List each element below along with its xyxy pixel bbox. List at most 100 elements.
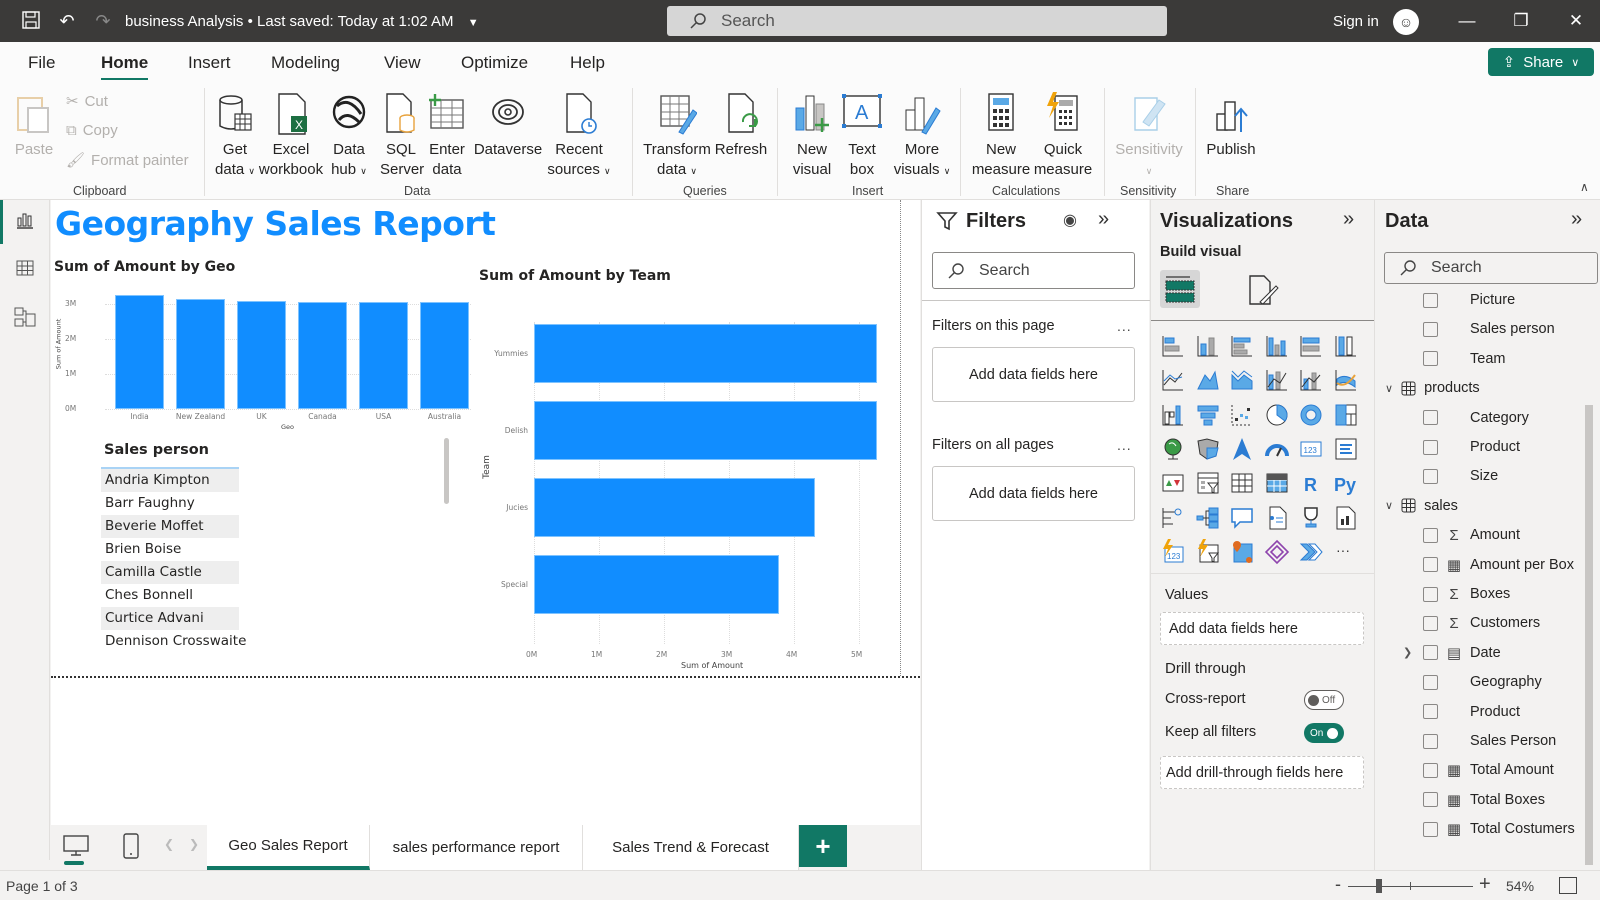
collapse-data-icon[interactable]: »: [1571, 208, 1582, 231]
menu-help[interactable]: Help: [570, 53, 605, 73]
field-checkbox[interactable]: [1423, 615, 1438, 631]
zoom-slider-thumb[interactable]: [1376, 879, 1382, 893]
data-hub-button[interactable]: Data hub ∨: [328, 92, 370, 181]
gauge-icon[interactable]: [1264, 436, 1290, 462]
zoom-level[interactable]: 54%: [1506, 878, 1534, 894]
line-column-icon[interactable]: [1264, 367, 1290, 393]
100-stacked-column-icon[interactable]: [1333, 333, 1359, 359]
field-checkbox[interactable]: [1423, 645, 1438, 661]
r-visual-icon[interactable]: R: [1298, 470, 1324, 496]
model-view-icon[interactable]: [14, 306, 36, 328]
recent-sources-button[interactable]: Recent sources ∨: [547, 92, 611, 181]
geo-bar-usa[interactable]: [359, 301, 408, 409]
enter-data-button[interactable]: Enter data: [426, 92, 468, 180]
field-checkbox[interactable]: [1423, 762, 1438, 778]
table-scrollbar[interactable]: [444, 438, 449, 504]
pie-icon[interactable]: [1264, 402, 1290, 428]
field-checkbox[interactable]: [1423, 586, 1438, 602]
chevron-down-icon[interactable]: ∨: [1385, 499, 1393, 512]
table-row[interactable]: Camilla Castle: [101, 561, 239, 584]
goals-icon[interactable]: [1298, 505, 1324, 531]
add-page-button[interactable]: +: [799, 825, 847, 867]
table-icon[interactable]: [1229, 470, 1255, 496]
power-apps-diamond-icon[interactable]: [1264, 539, 1290, 565]
field-checkbox[interactable]: [1423, 674, 1438, 690]
page-tab-geo-sales-report[interactable]: Geo Sales Report: [207, 825, 370, 870]
field-item[interactable]: Geography: [1375, 670, 1595, 694]
copy-button[interactable]: ⧉ Copy: [66, 122, 118, 139]
zoom-out-button[interactable]: -: [1335, 874, 1341, 895]
menu-insert[interactable]: Insert: [188, 53, 231, 73]
get-data-button[interactable]: Get data ∨: [213, 92, 257, 181]
stacked-area-icon[interactable]: [1229, 367, 1255, 393]
share-button[interactable]: ⇪ Share ∨: [1488, 48, 1594, 76]
cut-button[interactable]: ✂ Cut: [66, 92, 108, 111]
funnel-icon[interactable]: [1195, 402, 1221, 428]
collapse-visualizations-icon[interactable]: »: [1343, 208, 1354, 231]
python-visual-icon[interactable]: Py: [1333, 470, 1359, 496]
save-icon[interactable]: [20, 10, 42, 32]
treemap-icon[interactable]: [1333, 402, 1359, 428]
arcgis-icon[interactable]: [1229, 539, 1255, 565]
line-chart-icon[interactable]: [1160, 367, 1186, 393]
field-item[interactable]: Size: [1375, 464, 1595, 488]
sign-in-link[interactable]: Sign in: [1333, 13, 1379, 30]
chevron-down-icon[interactable]: ▼: [468, 17, 479, 29]
geo-bar-canada[interactable]: [298, 301, 347, 409]
table-node-sales[interactable]: ∨ sales: [1385, 494, 1458, 518]
geo-bar-new-zealand[interactable]: [176, 299, 225, 409]
stacked-column-icon[interactable]: [1195, 333, 1221, 359]
100-stacked-bar-icon[interactable]: [1298, 333, 1324, 359]
field-checkbox[interactable]: [1423, 792, 1438, 808]
sql-server-button[interactable]: SQL Server: [380, 92, 424, 180]
sensitivity-button[interactable]: Sensitivity ∨: [1112, 92, 1186, 181]
slicer-icon[interactable]: [1195, 470, 1221, 496]
team-bar-jucies[interactable]: [534, 478, 815, 537]
power-automate-icon[interactable]: [1195, 538, 1221, 565]
table-row[interactable]: Dennison Crosswaite: [101, 630, 246, 653]
quick-measure-button[interactable]: Quick measure: [1032, 92, 1094, 180]
field-item[interactable]: Picture: [1375, 288, 1595, 312]
table-row[interactable]: Barr Faughny: [101, 492, 239, 515]
collapse-filters-icon[interactable]: »: [1098, 208, 1109, 231]
paste-button[interactable]: Paste: [14, 92, 54, 160]
filled-map-icon[interactable]: [1195, 436, 1221, 462]
geo-bar-india[interactable]: [115, 294, 164, 409]
field-checkbox[interactable]: [1423, 704, 1438, 720]
table-view-icon[interactable]: [14, 258, 36, 280]
new-measure-button[interactable]: New measure: [970, 92, 1032, 180]
team-bar-yummies[interactable]: [534, 324, 878, 383]
sales-person-table[interactable]: Sales person Andria Kimpton Barr Faughny B…: [101, 438, 246, 653]
donut-icon[interactable]: [1298, 402, 1324, 428]
field-item[interactable]: Sales Person: [1375, 729, 1595, 753]
waterfall-icon[interactable]: [1160, 402, 1186, 428]
stacked-bar-icon[interactable]: [1160, 333, 1186, 359]
card-icon[interactable]: 123: [1298, 436, 1324, 462]
field-checkbox[interactable]: [1423, 557, 1438, 573]
team-bar-chart[interactable]: 0M 1M 2M 3M 4M 5M Yummies Delish Jucies Special Su…: [471, 292, 901, 672]
text-box-button[interactable]: A Text box: [842, 92, 882, 180]
filters-on-page-more[interactable]: ...: [1117, 318, 1132, 334]
build-visual-tab[interactable]: [1160, 270, 1200, 308]
minimize-icon[interactable]: —: [1456, 10, 1478, 32]
table-row[interactable]: Beverie Moffet: [101, 515, 239, 538]
table-row[interactable]: Brien Boise: [101, 538, 239, 561]
keep-all-filters-toggle[interactable]: On: [1304, 723, 1344, 743]
data-search-input[interactable]: Search: [1384, 252, 1598, 284]
global-search-input[interactable]: Search: [667, 6, 1167, 36]
format-painter-button[interactable]: 🖌 Format painter: [66, 151, 189, 170]
field-item[interactable]: Product: [1375, 700, 1595, 724]
filters-on-all-dropzone[interactable]: Add data fields here: [932, 466, 1135, 521]
clustered-bar-icon[interactable]: [1229, 333, 1255, 359]
smart-narrative-icon[interactable]: [1264, 505, 1290, 531]
team-bar-special[interactable]: [534, 555, 780, 614]
collapse-ribbon-icon[interactable]: ∧: [1580, 180, 1589, 194]
document-title[interactable]: business Analysis • Last saved: Today at…: [125, 13, 479, 30]
refresh-button[interactable]: Refresh: [714, 92, 768, 160]
close-icon[interactable]: ✕: [1565, 10, 1587, 32]
qa-icon[interactable]: [1229, 505, 1255, 531]
field-checkbox[interactable]: [1423, 292, 1438, 308]
menu-file[interactable]: File: [28, 53, 55, 73]
field-item[interactable]: Product: [1375, 435, 1595, 459]
field-item[interactable]: Σ Amount: [1375, 523, 1595, 547]
